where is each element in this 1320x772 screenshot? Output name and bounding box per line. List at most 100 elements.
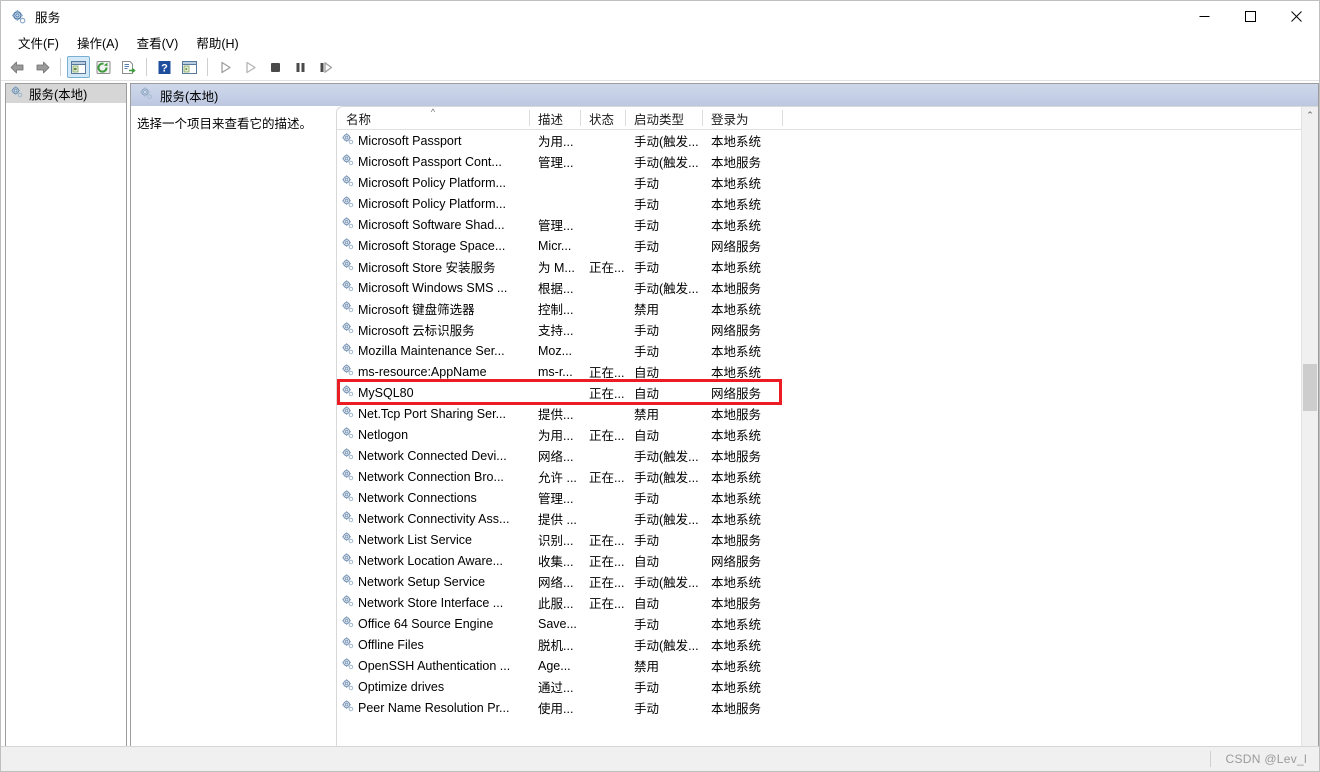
cell-name: Network Location Aware... — [337, 552, 529, 569]
table-row[interactable]: Netlogon 为用... 正在... 自动 本地系统 — [337, 424, 1318, 445]
column-header-label: 状态 — [589, 112, 615, 127]
cell-text: 手动 — [634, 345, 660, 359]
table-row[interactable]: Peer Name Resolution Pr... 使用... 手动 本地服务 — [337, 697, 1318, 718]
cell-text: 网络服务 — [711, 555, 762, 569]
cell-text: 本地系统 — [711, 660, 762, 674]
cell-logon: 本地系统 — [702, 656, 782, 675]
cell-text: 手动 — [634, 492, 660, 506]
table-row[interactable]: Microsoft 云标识服务 支持... 手动 网络服务 — [337, 319, 1318, 340]
menu-help[interactable]: 帮助(H) — [187, 31, 247, 55]
table-row[interactable]: Microsoft Storage Space... Micr... 手动 网络服务 — [337, 235, 1318, 256]
help-icon[interactable]: ? — [153, 56, 176, 78]
service-gear-icon — [341, 678, 358, 695]
column-header-name[interactable]: 名称 ^ — [337, 107, 529, 129]
table-row[interactable]: Office 64 Source Engine Save... 手动 本地系统 — [337, 613, 1318, 634]
service-gear-icon — [341, 153, 358, 170]
cell-text: 手动(触发... — [634, 450, 699, 464]
cell-text: Microsoft Passport Cont... — [358, 154, 502, 169]
cell-text: Office 64 Source Engine — [358, 616, 494, 631]
service-gear-icon — [341, 174, 358, 191]
refresh-icon[interactable] — [92, 56, 115, 78]
table-row[interactable]: Microsoft Passport Cont... 管理... 手动(触发... 本… — [337, 151, 1318, 172]
export-list-icon[interactable] — [117, 56, 140, 78]
service-gear-icon — [341, 531, 358, 548]
service-gear-icon — [341, 636, 358, 653]
table-row[interactable]: Net.Tcp Port Sharing Ser... 提供... 禁用 本地服务 — [337, 403, 1318, 424]
cell-name: Network Connection Bro... — [337, 468, 529, 485]
table-row[interactable]: Offline Files 脱机... 手动(触发... 本地系统 — [337, 634, 1318, 655]
cell-text: 识别... — [538, 534, 574, 548]
maximize-button[interactable] — [1227, 1, 1273, 32]
resume-service-icon[interactable] — [239, 56, 262, 78]
cell-text: 本地系统 — [711, 576, 762, 590]
column-header-label: 描述 — [538, 112, 564, 127]
scroll-up-icon[interactable]: ⌃ — [1302, 107, 1318, 124]
minimize-button[interactable] — [1181, 1, 1227, 32]
column-header-status[interactable]: 状态 — [580, 107, 625, 129]
table-row[interactable]: Microsoft Store 安装服务 为 M... 正在... 手动 本地系统 — [337, 256, 1318, 277]
table-row[interactable]: Network Connectivity Ass... 提供 ... 手动(触发..… — [337, 508, 1318, 529]
cell-startup: 手动 — [625, 320, 702, 339]
services-gear-icon — [10, 85, 24, 102]
table-row[interactable]: Microsoft Policy Platform... 手动 本地系统 — [337, 172, 1318, 193]
table-row[interactable]: Network Connection Bro... 允许 ... 正在... 手动(触… — [337, 466, 1318, 487]
cell-logon: 本地系统 — [702, 614, 782, 633]
column-header-description[interactable]: 描述 — [529, 107, 580, 129]
table-row[interactable]: Microsoft 键盘筛选器 控制... 禁用 本地系统 — [337, 298, 1318, 319]
cell-status: 正在... — [580, 593, 625, 612]
tree-item-services-local[interactable]: 服务(本地) — [6, 84, 126, 103]
cell-text: Microsoft Policy Platform... — [358, 175, 506, 190]
back-icon[interactable] — [6, 56, 29, 78]
table-row[interactable]: Microsoft Policy Platform... 手动 本地系统 — [337, 193, 1318, 214]
cell-text: Network Location Aware... — [358, 553, 503, 568]
table-row[interactable]: Network Connected Devi... 网络... 手动(触发... 本地… — [337, 445, 1318, 466]
start-service-icon[interactable] — [214, 56, 237, 78]
table-row[interactable]: Network Store Interface ... 此服... 正在... 自动 本… — [337, 592, 1318, 613]
table-row[interactable]: Microsoft Windows SMS ... 根据... 手动(触发... 本地… — [337, 277, 1318, 298]
cell-startup: 手动 — [625, 236, 702, 255]
table-row[interactable]: Optimize drives 通过... 手动 本地系统 — [337, 676, 1318, 697]
column-header-startup-type[interactable]: 启动类型 — [625, 107, 702, 129]
table-row[interactable]: Microsoft Software Shad... 管理... 手动 本地系统 — [337, 214, 1318, 235]
forward-icon[interactable] — [31, 56, 54, 78]
table-row[interactable]: MySQL80 正在... 自动 网络服务 — [337, 379, 1318, 405]
table-row[interactable]: Microsoft Passport 为用... 手动(触发... 本地系统 — [337, 130, 1318, 151]
table-row[interactable]: Network Location Aware... 收集... 正在... 自动 网络服… — [337, 550, 1318, 571]
body-split: 服务(本地) 服务(本地) 选择一个项目来查看它的描述。 名称 ^ 描述 状态 … — [1, 81, 1319, 746]
cell-logon: 网络服务 — [702, 236, 782, 255]
stop-service-icon[interactable] — [264, 56, 287, 78]
scrollbar-track[interactable] — [1302, 124, 1318, 746]
show-hide-tree-icon[interactable] — [67, 56, 90, 78]
services-list-view[interactable]: 名称 ^ 描述 状态 启动类型 登录为 Microsoft Passport 为… — [336, 106, 1318, 746]
service-gear-icon — [341, 510, 358, 527]
service-gear-icon — [341, 594, 358, 611]
menu-view[interactable]: 查看(V) — [128, 31, 188, 55]
cell-startup: 手动 — [625, 173, 702, 192]
cell-text: 手动 — [634, 534, 660, 548]
table-row[interactable]: Network Connections 管理... 手动 本地系统 — [337, 487, 1318, 508]
cell-text: Microsoft Windows SMS ... — [358, 280, 508, 295]
close-button[interactable] — [1273, 1, 1319, 32]
table-row[interactable]: Network Setup Service 网络... 正在... 手动(触发... 本… — [337, 571, 1318, 592]
toolbar: ? — [1, 54, 1319, 81]
pause-service-icon[interactable] — [289, 56, 312, 78]
cell-startup: 禁用 — [625, 299, 702, 318]
column-header-logon-as[interactable]: 登录为 — [702, 107, 782, 129]
list-vertical-scrollbar[interactable]: ⌃ ⌄ — [1301, 107, 1318, 746]
cell-text: 本地系统 — [711, 471, 762, 485]
cell-logon: 网络服务 — [702, 383, 782, 402]
cell-name: Offline Files — [337, 636, 529, 653]
cell-text: 此服... — [538, 597, 574, 611]
table-row[interactable]: OpenSSH Authentication ... Age... 禁用 本地系统 — [337, 655, 1318, 676]
scrollbar-thumb[interactable] — [1303, 364, 1317, 411]
menu-action[interactable]: 操作(A) — [68, 31, 128, 55]
cell-text: 本地系统 — [711, 219, 762, 233]
menu-file[interactable]: 文件(F) — [9, 31, 68, 55]
table-row[interactable]: ms-resource:AppName ms-r... 正在... 自动 本地系统 — [337, 361, 1318, 382]
properties-icon[interactable] — [178, 56, 201, 78]
table-row[interactable]: Network List Service 识别... 正在... 手动 本地服务 — [337, 529, 1318, 550]
cell-text: 自动 — [634, 429, 660, 443]
table-row[interactable]: Mozilla Maintenance Ser... Moz... 手动 本地系统 — [337, 340, 1318, 361]
restart-service-icon[interactable] — [314, 56, 337, 78]
cell-logon: 本地系统 — [702, 677, 782, 696]
